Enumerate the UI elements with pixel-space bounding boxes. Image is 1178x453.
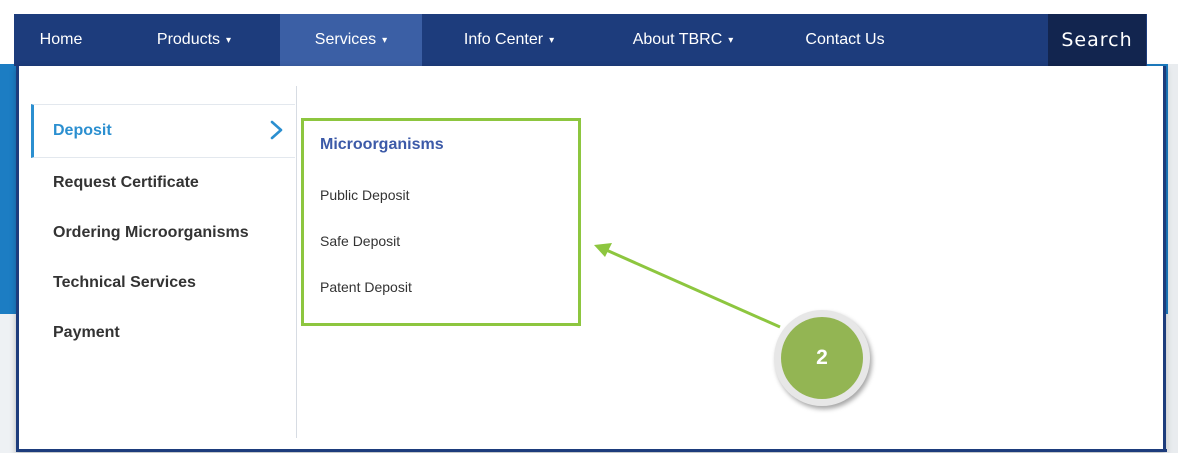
nav-home-label: Home: [39, 31, 83, 48]
dropdown-border: [16, 66, 19, 452]
nav-services[interactable]: Services ▾: [280, 14, 422, 66]
step-callout: 2: [774, 310, 870, 406]
submenu-item-deposit[interactable]: Deposit: [31, 104, 295, 158]
submenu-item-label: Technical Services: [53, 274, 196, 291]
nav-products-label: Products: [156, 31, 221, 48]
nav-products[interactable]: Products ▾: [108, 14, 280, 66]
submenu-item-technical-services[interactable]: Technical Services: [31, 258, 295, 308]
services-dropdown: Deposit Request Certificate Ordering Mic…: [16, 66, 1167, 452]
caret-down-icon: ▾: [382, 34, 388, 46]
submenu-item-request-certificate[interactable]: Request Certificate: [31, 158, 295, 208]
caret-down-icon: ▾: [226, 34, 232, 46]
nav-contact-label: Contact Us: [805, 31, 885, 48]
nav-info-center[interactable]: Info Center ▾: [422, 14, 596, 66]
chevron-right-icon: [270, 120, 283, 140]
dropdown-border: [1163, 66, 1166, 452]
nav-about[interactable]: About TBRC ▾: [596, 14, 770, 66]
submenu-item-label: Ordering Microorganisms: [53, 224, 249, 241]
nav-contact[interactable]: Contact Us: [770, 14, 920, 66]
nav-info-center-label: Info Center: [463, 31, 544, 48]
link-safe-deposit[interactable]: Safe Deposit: [320, 218, 560, 264]
link-public-deposit[interactable]: Public Deposit: [320, 172, 560, 218]
top-navigation-bar: Home Products ▾ Services ▾ Info Center ▾…: [14, 14, 1147, 66]
submenu-item-ordering-microorganisms[interactable]: Ordering Microorganisms: [31, 208, 295, 258]
submenu-item-payment[interactable]: Payment: [31, 308, 295, 358]
deposit-subpanel: Microorganisms Public Deposit Safe Depos…: [320, 130, 560, 310]
submenu-item-label: Deposit: [53, 122, 112, 139]
services-submenu: Deposit Request Certificate Ordering Mic…: [31, 104, 295, 358]
submenu-item-label: Payment: [53, 324, 120, 341]
search-button[interactable]: Search: [1048, 14, 1146, 66]
submenu-divider: [296, 86, 297, 438]
nav-home[interactable]: Home: [14, 14, 108, 66]
page-edge: [1168, 64, 1178, 453]
caret-down-icon: ▾: [549, 34, 555, 46]
step-number: 2: [781, 317, 863, 399]
nav-about-label: About TBRC: [632, 31, 723, 48]
submenu-item-label: Request Certificate: [53, 174, 199, 191]
subpanel-heading[interactable]: Microorganisms: [320, 130, 560, 160]
nav-services-label: Services: [314, 31, 377, 48]
link-patent-deposit[interactable]: Patent Deposit: [320, 264, 560, 310]
caret-down-icon: ▾: [728, 34, 734, 46]
dropdown-border: [17, 449, 1167, 452]
